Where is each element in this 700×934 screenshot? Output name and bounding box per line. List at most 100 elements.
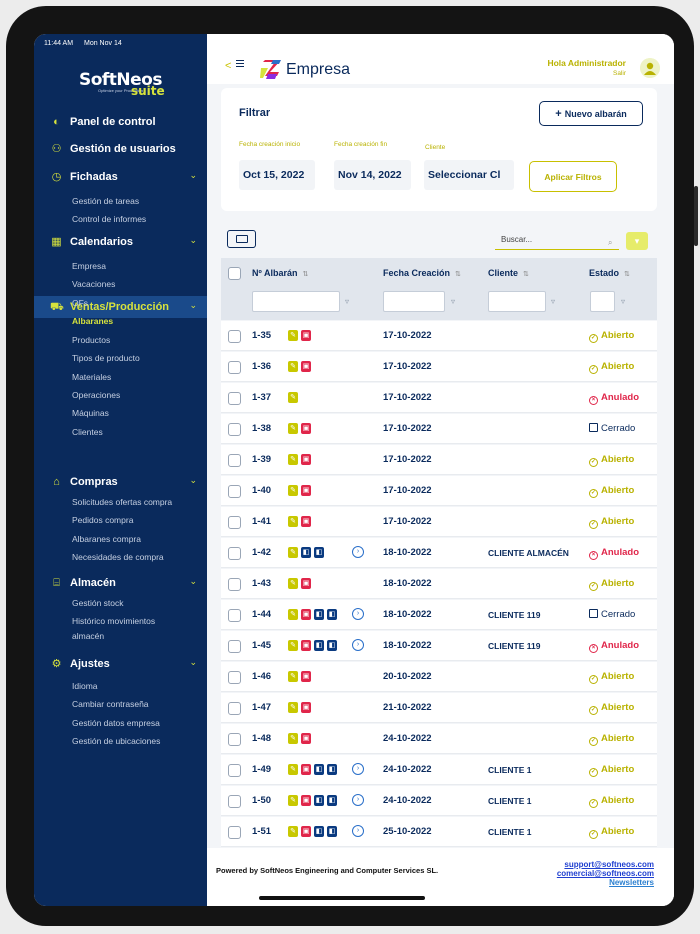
document-badge-icon[interactable]: ◧ xyxy=(327,609,337,620)
row-checkbox[interactable] xyxy=(228,640,241,653)
search-input[interactable]: Buscar... xyxy=(495,232,619,250)
chevron-right-circle-icon[interactable]: › xyxy=(352,639,364,651)
row-checkbox[interactable] xyxy=(228,795,241,808)
apply-filters-button[interactable]: Aplicar Filtros xyxy=(529,161,617,192)
chevron-down-icon[interactable]: ⌄ xyxy=(189,657,197,668)
row-checkbox[interactable] xyxy=(228,361,241,374)
row-checkbox[interactable] xyxy=(228,423,241,436)
edit-badge-icon[interactable]: ✎ xyxy=(288,547,298,558)
row-checkbox[interactable] xyxy=(228,547,241,560)
support-link[interactable]: support@softneos.com xyxy=(564,860,654,869)
edit-badge-icon[interactable]: ✎ xyxy=(288,361,298,372)
header-number[interactable]: Nº Albarán ⇅ xyxy=(252,268,308,278)
row-checkbox[interactable] xyxy=(228,609,241,622)
edit-badge-icon[interactable]: ✎ xyxy=(288,640,298,651)
table-row[interactable]: 1-40 ✎ ▣ 17-10-2022 ✓ Abierto xyxy=(221,476,657,506)
sidebar-subitem[interactable]: Idioma xyxy=(72,681,98,691)
sort-icon[interactable]: ⇅ xyxy=(302,271,308,278)
table-row[interactable]: 1-43 ✎ ▣ 18-10-2022 ✓ Abierto xyxy=(221,569,657,599)
edit-badge-icon[interactable]: ✎ xyxy=(288,454,298,465)
chevron-down-icon[interactable]: ⌄ xyxy=(189,576,197,587)
document-badge-icon[interactable]: ◧ xyxy=(314,609,324,620)
table-row[interactable]: 1-49 ✎ ▣ ◧ ◧ › 24-10-2022 CLIENTE 1 ✓ Abierto xyxy=(221,755,657,785)
table-row[interactable]: 1-36 ✎ ▣ 17-10-2022 ✓ Abierto xyxy=(221,352,657,382)
table-row[interactable]: 1-46 ✎ ▣ 20-10-2022 ✓ Abierto xyxy=(221,662,657,692)
chevron-down-icon[interactable]: ⌄ xyxy=(189,235,197,246)
delete-badge-icon[interactable]: ▣ xyxy=(301,609,311,620)
table-row[interactable]: 1-38 ✎ ▣ 17-10-2022 Cerrado xyxy=(221,414,657,444)
table-row[interactable]: 1-48 ✎ ▣ 24-10-2022 ✓ Abierto xyxy=(221,724,657,754)
status-filter-input[interactable] xyxy=(590,291,615,312)
delete-badge-icon[interactable]: ▣ xyxy=(301,423,311,434)
delete-badge-icon[interactable]: ▣ xyxy=(301,764,311,775)
delete-badge-icon[interactable]: ▣ xyxy=(301,640,311,651)
sidebar-subitem[interactable]: Tipos de producto xyxy=(72,353,140,363)
funnel-icon[interactable]: ▿ xyxy=(551,297,555,306)
end-date-field[interactable]: Nov 14, 2022 xyxy=(334,160,411,190)
sidebar-subitem[interactable]: Empresa xyxy=(72,261,106,271)
sidebar-subitem[interactable]: Gestión de tareas xyxy=(72,196,139,206)
start-date-field[interactable]: Oct 15, 2022 xyxy=(239,160,315,190)
delete-badge-icon[interactable]: ▣ xyxy=(301,702,311,713)
sidebar-subitem[interactable]: Clientes xyxy=(72,427,103,437)
newsletters-link[interactable]: Newsletters xyxy=(609,878,654,887)
edit-badge-icon[interactable]: ✎ xyxy=(288,733,298,744)
sidebar-item-almacen[interactable]: ⌸ Almacén ⌄ xyxy=(34,572,207,594)
sidebar-subitem[interactable]: Máquinas xyxy=(72,408,109,418)
chevron-right-circle-icon[interactable]: › xyxy=(352,763,364,775)
document-badge-icon[interactable]: ◧ xyxy=(327,826,337,837)
sidebar-item-ventas-produccion[interactable]: ⛟ Ventas/Producción ⌄ xyxy=(34,296,207,318)
sidebar-subitem[interactable]: Cambiar contraseña xyxy=(72,699,149,709)
document-badge-icon[interactable]: ◧ xyxy=(314,795,324,806)
table-row[interactable]: 1-44 ✎ ▣ ◧ ◧ › 18-10-2022 CLIENTE 119 Cerrado xyxy=(221,600,657,630)
sidebar-subitem[interactable]: Gestión stock xyxy=(72,598,124,608)
edit-badge-icon[interactable]: ✎ xyxy=(288,330,298,341)
edit-badge-icon[interactable]: ✎ xyxy=(288,423,298,434)
chevron-right-circle-icon[interactable]: › xyxy=(352,546,364,558)
row-checkbox[interactable] xyxy=(228,485,241,498)
row-checkbox[interactable] xyxy=(228,578,241,591)
sidebar-subitem[interactable]: Gestión de ubicaciones xyxy=(72,736,160,746)
new-albaran-button[interactable]: + Nuevo albarán xyxy=(539,101,643,126)
edit-badge-icon[interactable]: ✎ xyxy=(288,764,298,775)
edit-badge-icon[interactable]: ✎ xyxy=(288,826,298,837)
sidebar-subitem[interactable]: almacén xyxy=(72,631,104,641)
chevron-down-icon[interactable]: ⌄ xyxy=(189,475,197,486)
edit-badge-icon[interactable]: ✎ xyxy=(288,485,298,496)
row-checkbox[interactable] xyxy=(228,826,241,839)
header-status[interactable]: Estado ⇅ xyxy=(589,268,630,278)
funnel-icon[interactable]: ▿ xyxy=(621,297,625,306)
table-row[interactable]: 1-37 ✎ 17-10-2022 × Anulado xyxy=(221,383,657,413)
logout-link[interactable]: Salir xyxy=(613,70,626,77)
delete-badge-icon[interactable]: ▣ xyxy=(301,454,311,465)
sort-icon[interactable]: ⇅ xyxy=(624,271,630,278)
edit-badge-icon[interactable]: ✎ xyxy=(288,795,298,806)
row-checkbox[interactable] xyxy=(228,733,241,746)
table-row[interactable]: 1-47 ✎ ▣ 21-10-2022 ✓ Abierto xyxy=(221,693,657,723)
sidebar-subitem[interactable]: Necesidades de compra xyxy=(72,552,164,562)
document-badge-icon[interactable]: ◧ xyxy=(314,764,324,775)
row-checkbox[interactable] xyxy=(228,671,241,684)
email-button[interactable] xyxy=(227,230,256,248)
document-badge-icon[interactable]: ◧ xyxy=(314,547,324,558)
edit-badge-icon[interactable]: ✎ xyxy=(288,516,298,527)
edit-badge-icon[interactable]: ✎ xyxy=(288,392,298,403)
sort-icon[interactable]: ⇅ xyxy=(523,271,529,278)
sidebar-subitem[interactable]: Control de informes xyxy=(72,214,146,224)
chevron-right-circle-icon[interactable]: › xyxy=(352,794,364,806)
chevron-down-icon[interactable]: ⌄ xyxy=(189,300,197,311)
document-badge-icon[interactable]: ◧ xyxy=(314,640,324,651)
collapse-arrow-icon[interactable]: < xyxy=(225,60,231,72)
row-checkbox[interactable] xyxy=(228,392,241,405)
document-badge-icon[interactable]: ◧ xyxy=(327,640,337,651)
edit-badge-icon[interactable]: ✎ xyxy=(288,609,298,620)
sidebar-subitem[interactable]: Operaciones xyxy=(72,390,120,400)
commercial-link[interactable]: comercial@softneos.com xyxy=(557,869,654,878)
date-filter-input[interactable] xyxy=(383,291,445,312)
row-checkbox[interactable] xyxy=(228,330,241,343)
table-row[interactable]: 1-35 ✎ ▣ 17-10-2022 ✓ Abierto xyxy=(221,321,657,351)
sidebar-subitem[interactable]: Gestión datos empresa xyxy=(72,718,160,728)
menu-icon[interactable] xyxy=(236,60,244,67)
sidebar-subitem[interactable]: Productos xyxy=(72,335,110,345)
search-icon[interactable]: ⌕ xyxy=(608,238,612,248)
